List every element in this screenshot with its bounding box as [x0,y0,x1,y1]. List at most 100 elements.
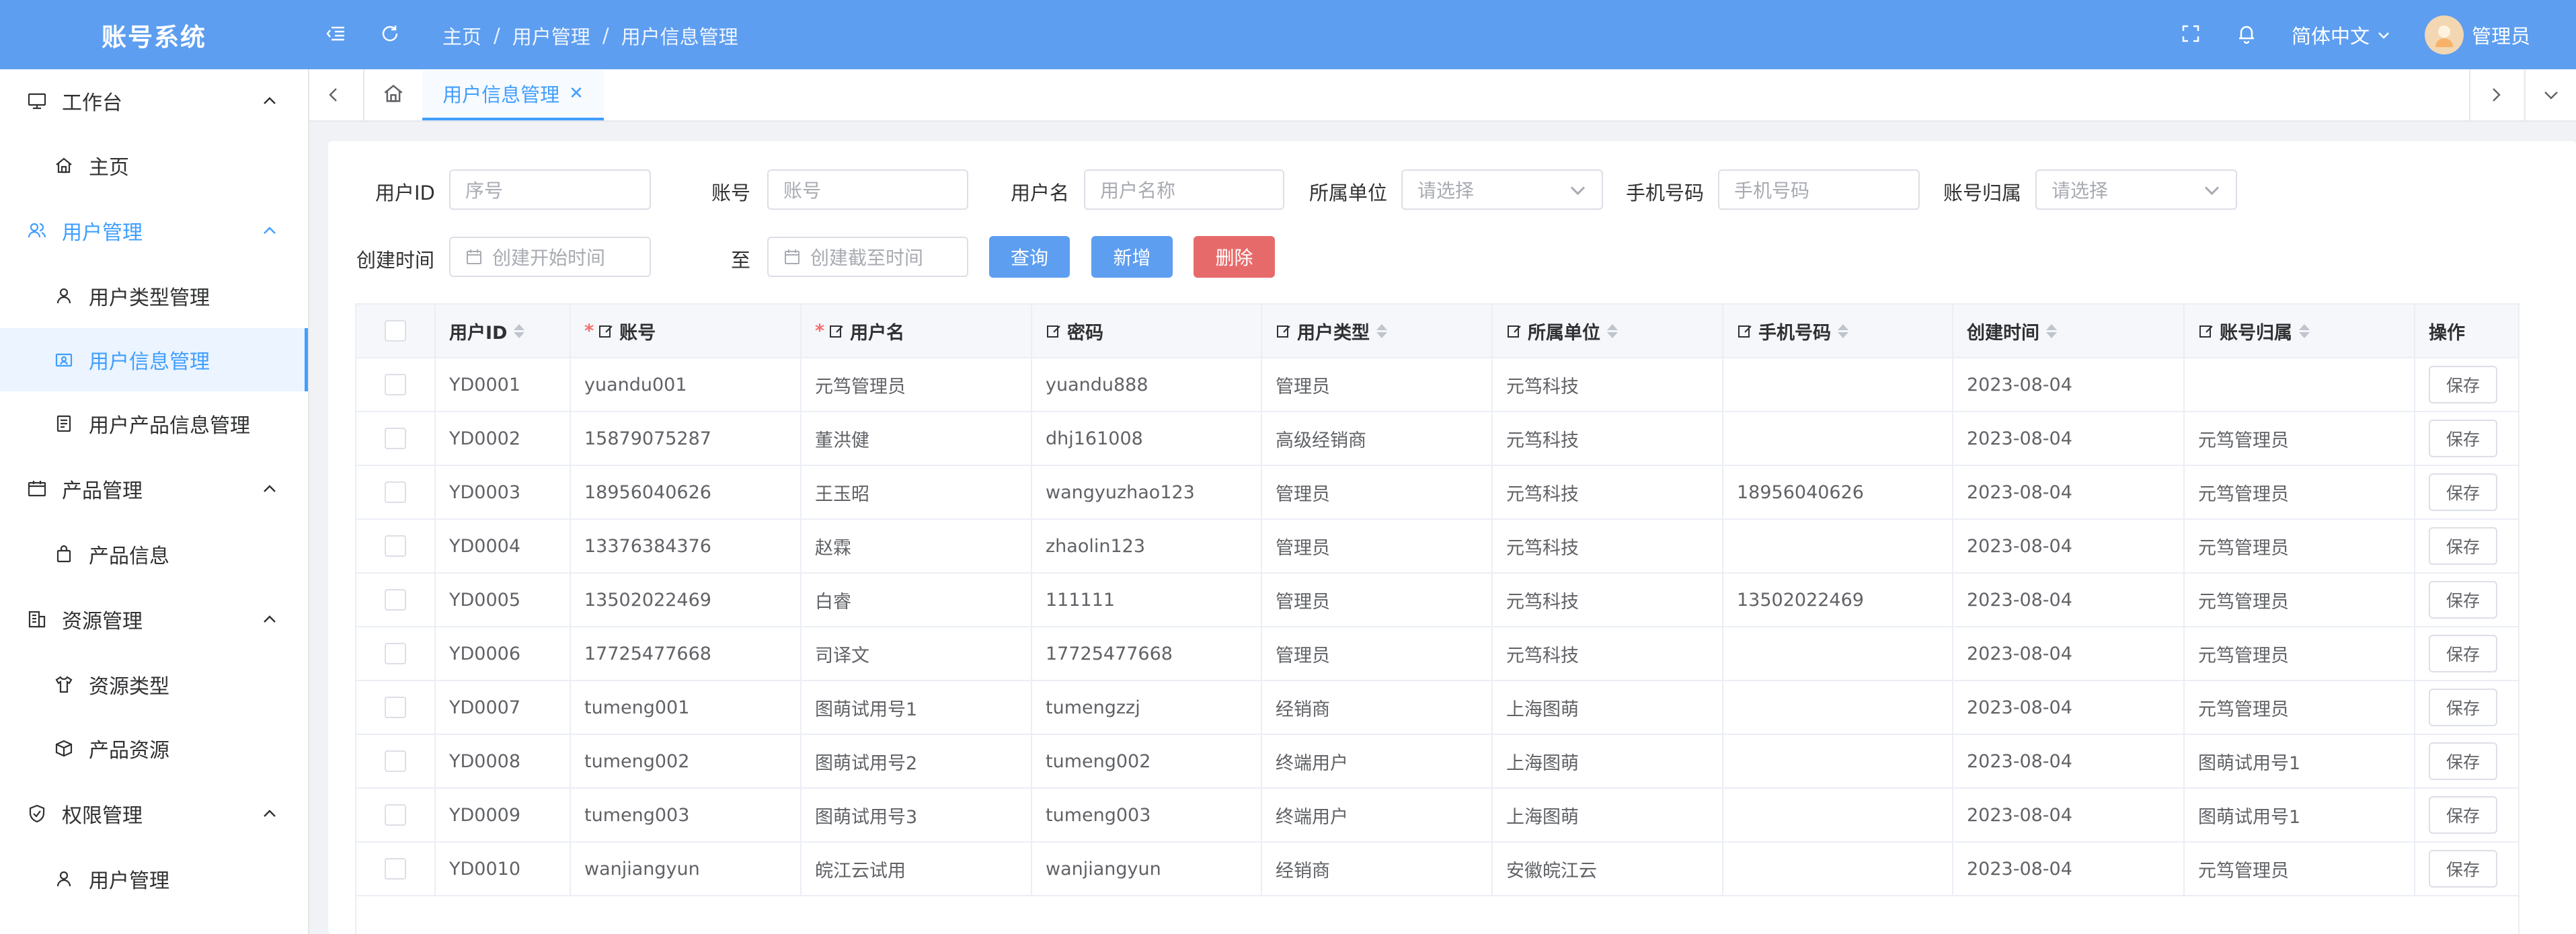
row-checkbox[interactable] [385,428,406,449]
col-created[interactable]: 创建时间 [1953,305,2185,357]
sidebar-item-product-info[interactable]: 产品信息 [0,522,308,586]
table-cell[interactable]: 安徽皖江云 [1493,843,1723,895]
language-select[interactable]: 简体中文 [2292,0,2391,69]
table-cell[interactable]: 高级经销商 [1262,412,1493,465]
table-cell[interactable]: 18956040626 [571,466,802,518]
table-cell[interactable]: 元笃科技 [1493,466,1723,518]
table-cell[interactable]: zhaolin123 [1032,520,1262,572]
table-cell[interactable] [1723,735,1953,787]
header-select-all[interactable] [356,305,436,357]
col-unit[interactable]: 所属单位 [1493,305,1723,357]
sort-icon[interactable] [514,323,525,338]
table-cell[interactable]: 元笃管理员 [2185,574,2415,626]
table-cell[interactable]: 元笃科技 [1493,358,1723,411]
table-cell[interactable] [1723,358,1953,411]
table-cell[interactable]: 元笃管理员 [2185,412,2415,465]
sidebar-item-home[interactable]: 主页 [0,134,308,197]
col-user-id[interactable]: 用户ID [436,305,571,357]
row-checkbox[interactable] [385,481,406,503]
table-cell[interactable] [1723,843,1953,895]
table-cell[interactable]: 元笃管理员 [2185,466,2415,518]
table-cell[interactable]: 13376384376 [571,520,802,572]
row-checkbox[interactable] [385,804,406,826]
table-cell[interactable]: wangyuzhao123 [1032,466,1262,518]
table-cell[interactable]: 元笃科技 [1493,520,1723,572]
sidebar-group-product-management[interactable]: 产品管理 [0,457,308,520]
sort-icon[interactable] [2299,323,2310,338]
table-cell[interactable]: 上海图萌 [1493,735,1723,787]
fullscreen-icon[interactable] [2179,22,2202,45]
table-cell[interactable]: 元笃科技 [1493,627,1723,680]
table-cell[interactable]: 上海图萌 [1493,789,1723,841]
row-checkbox[interactable] [385,374,406,395]
table-cell[interactable]: 元笃管理员 [2185,520,2415,572]
table-cell[interactable]: tumeng002 [1032,735,1262,787]
phone-input[interactable]: 手机号码 [1718,169,1920,210]
col-owner[interactable]: 账号归属 [2185,305,2415,357]
row-checkbox[interactable] [385,643,406,664]
table-cell[interactable]: 司译文 [802,627,1032,680]
save-button[interactable]: 保存 [2429,366,2497,403]
row-checkbox[interactable] [385,697,406,718]
sort-icon[interactable] [2046,323,2057,338]
sidebar-item-user-type[interactable]: 用户类型管理 [0,264,308,327]
table-cell[interactable]: yuandu888 [1032,358,1262,411]
username-input[interactable]: 用户名称 [1084,169,1284,210]
sort-icon[interactable] [1838,323,1848,338]
row-checkbox[interactable] [385,858,406,880]
table-cell[interactable] [2185,358,2415,411]
table-cell[interactable]: 111111 [1032,574,1262,626]
sidebar-item-product-resource[interactable]: 产品资源 [0,717,308,780]
table-cell[interactable]: 终端用户 [1262,789,1493,841]
table-cell[interactable]: wanjiangyun [1032,843,1262,895]
table-cell[interactable]: yuandu001 [571,358,802,411]
table-cell[interactable]: 上海图萌 [1493,681,1723,734]
table-cell[interactable]: 经销商 [1262,681,1493,734]
tab-user-info[interactable]: 用户信息管理 ✕ [422,69,604,120]
save-button[interactable]: 保存 [2429,796,2497,834]
sidebar-item-user-product-info[interactable]: 用户产品信息管理 [0,392,308,455]
save-button[interactable]: 保存 [2429,742,2497,780]
col-phone[interactable]: 手机号码 [1723,305,1953,357]
row-checkbox[interactable] [385,535,406,557]
table-cell[interactable]: 经销商 [1262,843,1493,895]
table-cell[interactable]: dhj161008 [1032,412,1262,465]
table-cell[interactable]: 13502022469 [571,574,802,626]
table-cell[interactable]: 王玉昭 [802,466,1032,518]
owner-select[interactable]: 请选择 [2035,169,2237,210]
table-cell[interactable] [1723,627,1953,680]
table-cell[interactable]: 元笃管理员 [802,358,1032,411]
created-end-input[interactable]: 创建截至时间 [767,237,968,277]
sort-icon[interactable] [1607,323,1618,338]
close-icon[interactable]: ✕ [569,83,584,104]
save-button[interactable]: 保存 [2429,420,2497,457]
table-cell[interactable]: wanjiangyun [571,843,802,895]
checkbox[interactable] [385,320,406,342]
table-cell[interactable]: tumeng003 [1032,789,1262,841]
table-cell[interactable]: tumeng003 [571,789,802,841]
table-cell[interactable]: 17725477668 [1032,627,1262,680]
chevron-right-icon[interactable] [2485,84,2507,108]
table-cell[interactable]: 管理员 [1262,627,1493,680]
table-cell[interactable]: tumengzzj [1032,681,1262,734]
table-cell[interactable]: 终端用户 [1262,735,1493,787]
query-button[interactable]: 查询 [989,236,1070,278]
save-button[interactable]: 保存 [2429,635,2497,672]
chevron-down-icon[interactable] [2540,84,2562,108]
table-cell[interactable]: 赵霖 [802,520,1032,572]
sidebar-item-user-info[interactable]: 用户信息管理 [0,328,308,391]
bell-icon[interactable] [2235,22,2258,45]
table-cell[interactable]: 董洪健 [802,412,1032,465]
table-cell[interactable]: 管理员 [1262,574,1493,626]
breadcrumb-user-management[interactable]: 用户管理 [512,22,590,50]
table-cell[interactable]: 元笃管理员 [2185,681,2415,734]
table-cell[interactable] [1723,681,1953,734]
table-cell[interactable]: 管理员 [1262,358,1493,411]
save-button[interactable]: 保存 [2429,581,2497,619]
sidebar-group-resource-management[interactable]: 资源管理 [0,588,308,651]
table-cell[interactable]: 15879075287 [571,412,802,465]
col-user-type[interactable]: 用户类型 [1262,305,1493,357]
created-start-input[interactable]: 创建开始时间 [449,237,651,277]
refresh-icon[interactable] [379,22,401,45]
table-cell[interactable]: 图萌试用号3 [802,789,1032,841]
